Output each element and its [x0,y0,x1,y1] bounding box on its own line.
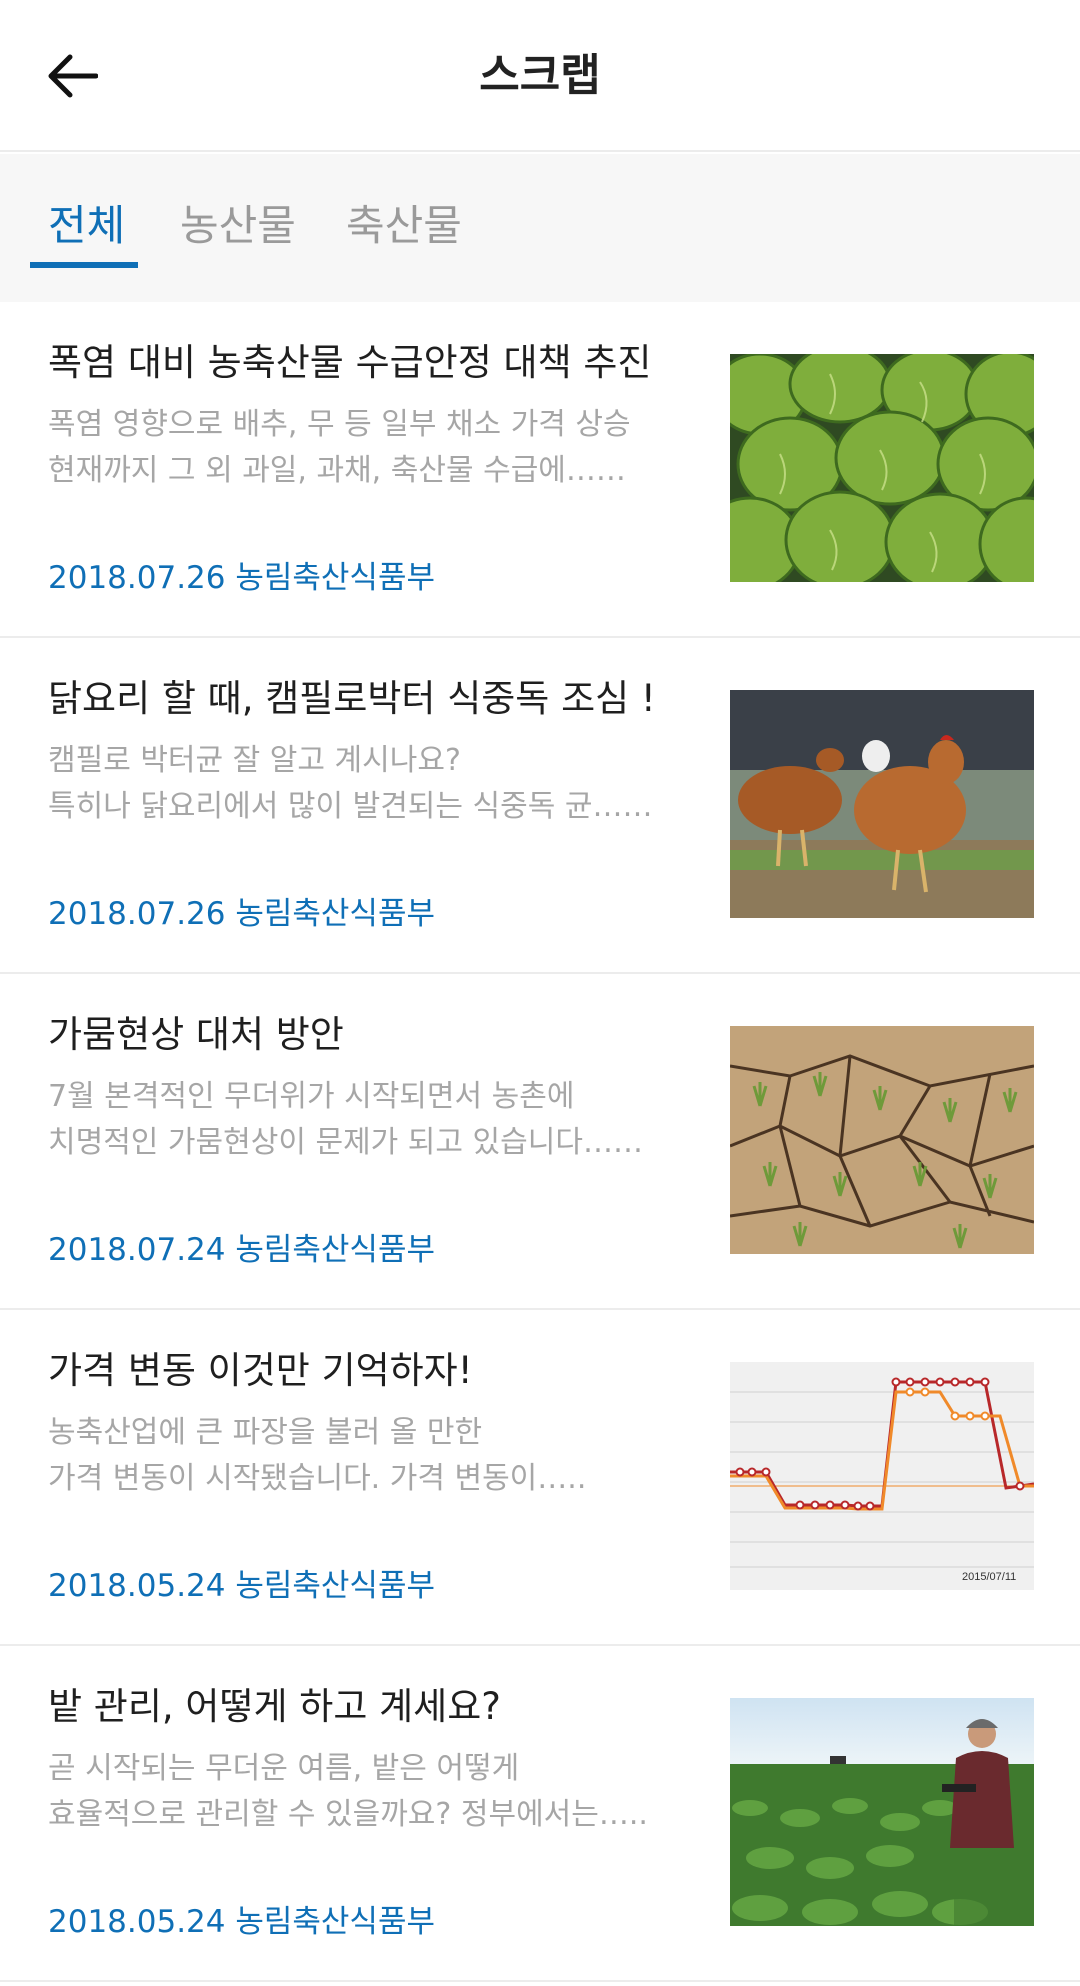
article-card[interactable]: 가뭄현상 대처 방안 7월 본격적인 무더위가 시작되면서 농촌에 치명적인 가… [0,974,1080,1310]
article-summary-line: 현재까지 그 외 과일, 과채, 축산물 수급에…… [48,453,626,488]
article-card[interactable]: 밭 관리, 어떻게 하고 계세요? 곧 시작되는 무더운 여름, 밭은 어떻게 … [0,1646,1080,1982]
article-card[interactable]: 폭염 대비 농축산물 수급안정 대책 추진 폭염 영향으로 배추, 무 등 일부… [0,302,1080,638]
article-meta: 2018.05.24 농림축산식품부 [48,1904,435,1940]
price-chart-image: 2015/07/11 [730,1362,1034,1590]
article-summary-line: 효율적으로 관리할 수 있을까요? 정부에서는….. [48,1797,648,1832]
scrap-list: 폭염 대비 농축산물 수급안정 대책 추진 폭염 영향으로 배추, 무 등 일부… [0,302,1080,1982]
article-title: 닭요리 할 때, 캠필로박터 식중독 조심 ! [48,677,656,720]
tab-agricultural[interactable]: 농산물 [180,196,296,256]
farmer-field-photo [730,1698,1034,1926]
article-summary-line: 농축산업에 큰 파장을 불러 올 만한 [48,1415,483,1450]
article-summary: 7월 본격적인 무더위가 시작되면서 농촌에 치명적인 가뭄현상이 문제가 되고… [48,1074,668,1166]
article-title: 가뭄현상 대처 방안 [48,1013,344,1056]
article-summary-line: 7월 본격적인 무더위가 시작되면서 농촌에 [48,1079,575,1114]
article-summary-line: 치명적인 가뭄현상이 문제가 되고 있습니다…… [48,1125,643,1160]
article-meta: 2018.07.26 농림축산식품부 [48,560,435,596]
article-summary-line: 폭염 영향으로 배추, 무 등 일부 채소 가격 상승 [48,407,631,442]
article-meta: 2018.07.26 농림축산식품부 [48,896,435,932]
page-title: 스크랩 [479,50,601,101]
tab-all[interactable]: 전체 [48,196,125,256]
article-title: 밭 관리, 어떻게 하고 계세요? [48,1685,501,1728]
article-meta: 2018.07.24 농림축산식품부 [48,1232,435,1268]
article-meta: 2018.05.24 농림축산식품부 [48,1568,435,1604]
article-summary: 곧 시작되는 무더운 여름, 밭은 어떻게 효율적으로 관리할 수 있을까요? … [48,1746,668,1838]
article-title: 폭염 대비 농축산물 수급안정 대책 추진 [48,341,652,384]
article-summary-line: 가격 변동이 시작됐습니다. 가격 변동이….. [48,1461,587,1496]
article-summary: 폭염 영향으로 배추, 무 등 일부 채소 가격 상승 현재까지 그 외 과일,… [48,402,668,494]
tab-livestock[interactable]: 축산물 [346,196,462,256]
drought-field-photo [730,1026,1034,1254]
active-tab-indicator [30,262,138,268]
article-card[interactable]: 가격 변동 이것만 기억하자! 농축산업에 큰 파장을 불러 올 만한 가격 변… [0,1310,1080,1646]
chicken-photo [730,690,1034,918]
category-tabs: 전체 농산물 축산물 [0,154,1080,302]
article-card[interactable]: 닭요리 할 때, 캠필로박터 식중독 조심 ! 캠필로 박터균 잘 알고 계시나… [0,638,1080,974]
article-summary: 캠필로 박터균 잘 알고 계시나요? 특히나 닭요리에서 많이 발견되는 식중독… [48,738,668,830]
article-summary-line: 곧 시작되는 무더운 여름, 밭은 어떻게 [48,1751,520,1786]
article-summary-line: 캠필로 박터균 잘 알고 계시나요? [48,743,461,778]
cabbage-photo [730,354,1034,582]
article-summary: 농축산업에 큰 파장을 불러 올 만한 가격 변동이 시작됐습니다. 가격 변동… [48,1410,668,1502]
app-bar: 스크랩 [0,0,1080,152]
article-summary-line: 특히나 닭요리에서 많이 발견되는 식중독 균…… [48,789,653,824]
article-title: 가격 변동 이것만 기억하자! [48,1349,473,1392]
chart-date-label: 2015/07/11 [962,1571,1016,1583]
